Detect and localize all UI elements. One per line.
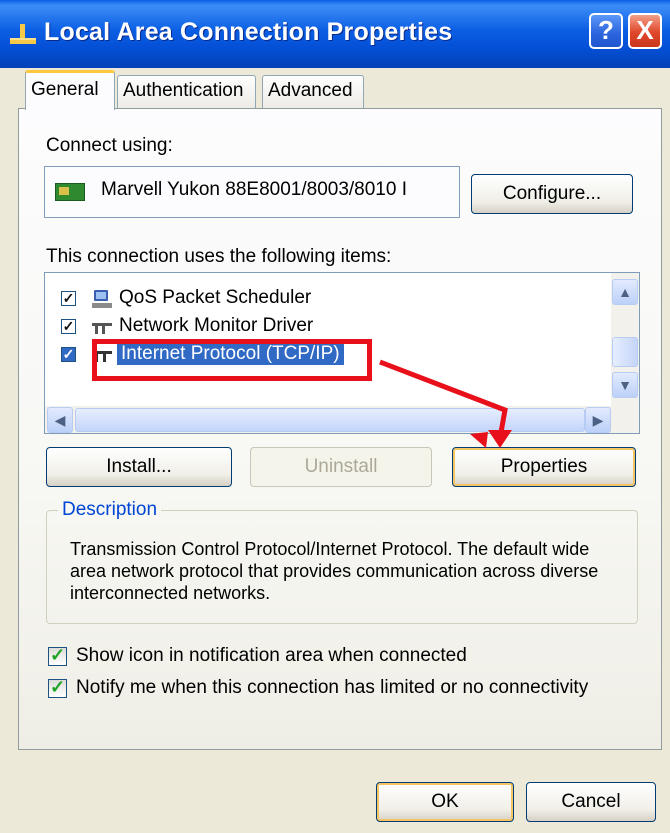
item-checkbox[interactable]: ✓	[61, 319, 76, 334]
network-driver-icon	[92, 323, 112, 334]
vertical-scrollbar[interactable]: ▲ ▼	[611, 273, 639, 433]
qos-scheduler-icon	[92, 290, 112, 308]
list-item[interactable]: ✓ Network Monitor Driver	[45, 313, 605, 341]
install-button[interactable]: Install...	[46, 447, 232, 487]
cancel-button[interactable]: Cancel	[526, 782, 656, 822]
show-icon-checkbox[interactable]	[48, 645, 67, 666]
description-text: Transmission Control Protocol/Internet P…	[70, 539, 599, 603]
tab-advanced[interactable]: Advanced	[262, 75, 364, 108]
properties-dialog: Local Area Connection Properties ? X Gen…	[0, 0, 670, 833]
show-icon-label[interactable]: Show icon in notification area when conn…	[76, 645, 467, 667]
notify-checkbox[interactable]	[48, 677, 67, 698]
title-bar[interactable]: Local Area Connection Properties ? X	[0, 0, 670, 68]
item-checkbox[interactable]: ✓	[61, 291, 76, 306]
item-checkbox[interactable]: ✓	[61, 347, 76, 362]
items-label: This connection uses the following items…	[46, 246, 392, 267]
vertical-scroll-thumb[interactable]	[612, 337, 638, 367]
scroll-down-button[interactable]: ▼	[612, 372, 638, 398]
annotation-highlight-box	[92, 339, 372, 381]
notify-label[interactable]: Notify me when this connection has limit…	[76, 677, 588, 699]
help-button[interactable]: ?	[589, 13, 623, 49]
close-button[interactable]: X	[628, 13, 662, 49]
connect-using-label: Connect using:	[46, 135, 173, 156]
item-label: Network Monitor Driver	[119, 315, 314, 336]
window-title: Local Area Connection Properties	[44, 18, 453, 46]
scroll-left-button[interactable]: ◀	[47, 407, 73, 433]
scroll-up-button[interactable]: ▲	[612, 279, 638, 305]
description-title: Description	[58, 499, 162, 521]
tab-general[interactable]: General	[25, 70, 115, 110]
scroll-right-button[interactable]: ▶	[585, 407, 611, 433]
item-label: QoS Packet Scheduler	[119, 287, 312, 308]
properties-button[interactable]: Properties	[452, 447, 636, 487]
network-connection-icon	[10, 24, 36, 44]
uninstall-button[interactable]: Uninstall	[250, 447, 432, 487]
adapter-name: Marvell Yukon 88E8001/8003/8010 I	[101, 179, 407, 200]
adapter-field: Marvell Yukon 88E8001/8003/8010 I	[44, 166, 460, 218]
list-item[interactable]: ✓ QoS Packet Scheduler	[45, 285, 605, 313]
tab-authentication[interactable]: Authentication	[117, 75, 256, 108]
network-adapter-icon	[55, 183, 85, 201]
horizontal-scrollbar[interactable]: ◀ ▶	[45, 406, 613, 433]
horizontal-scroll-thumb[interactable]	[75, 408, 585, 432]
ok-button[interactable]: OK	[376, 782, 514, 822]
configure-button[interactable]: Configure...	[471, 174, 633, 214]
